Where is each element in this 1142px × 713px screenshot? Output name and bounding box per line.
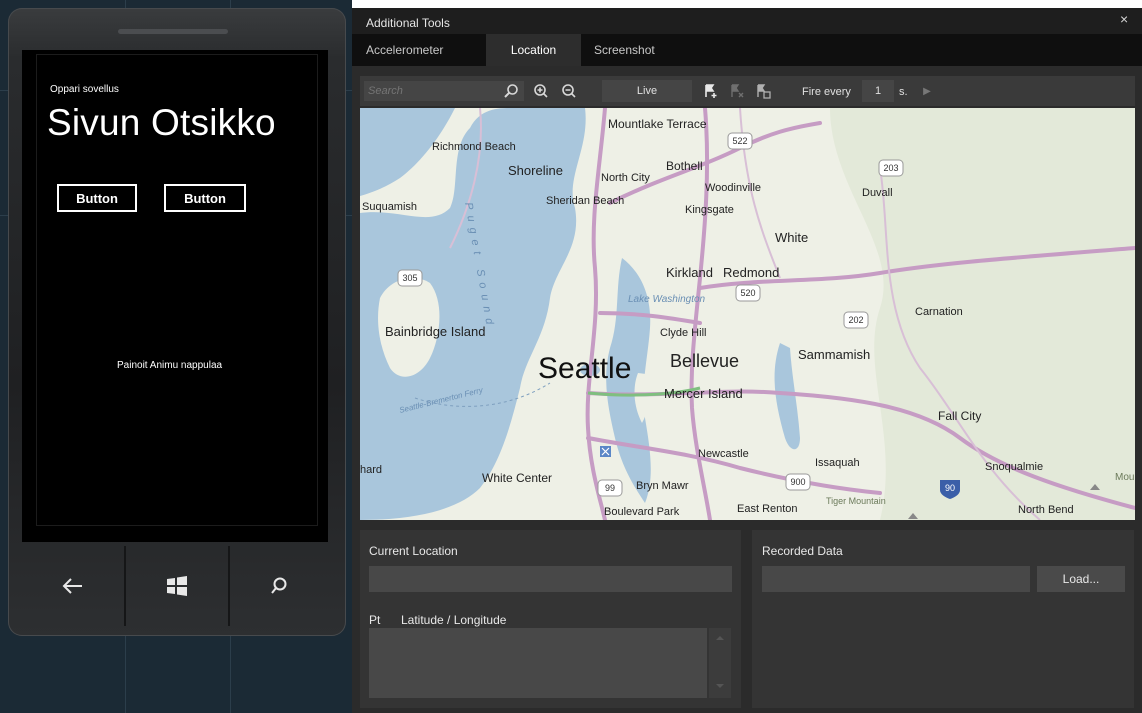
label-woodinville: Woodinville	[705, 182, 761, 194]
column-latlong: Latitude / Longitude	[401, 613, 507, 627]
shield-522: 522	[732, 136, 747, 146]
label-mou: Mou	[1115, 472, 1134, 483]
shield-202: 202	[848, 315, 863, 325]
shield-203: 203	[883, 163, 898, 173]
search-icon	[271, 577, 287, 594]
label-issaquah: Issaquah	[815, 457, 860, 469]
column-pt: Pt	[369, 613, 381, 627]
label-bainbridge: Bainbridge Island	[385, 324, 485, 339]
phone-button-2[interactable]: Button	[164, 184, 246, 212]
label-fall-city: Fall City	[938, 409, 981, 423]
fire-interval-label: Fire every	[802, 86, 851, 98]
label-duvall: Duvall	[862, 187, 893, 199]
recorded-data-field[interactable]	[762, 566, 1030, 592]
zoom-out-icon[interactable]	[558, 80, 580, 102]
page-title: Sivun Otsikko	[47, 102, 276, 143]
shield-900: 900	[790, 477, 805, 487]
app-title: Oppari sovellus	[50, 84, 119, 95]
windows-logo-icon	[167, 576, 187, 596]
back-icon	[62, 578, 82, 594]
scroll-down-icon[interactable]	[716, 684, 724, 688]
label-bothell: Bothell	[666, 159, 703, 173]
label-hard: hard	[360, 464, 382, 476]
label-bellevue: Bellevue	[670, 351, 739, 371]
label-north-city: North City	[601, 172, 650, 184]
label-redmond: Redmond	[723, 265, 779, 280]
label-clyde-hill: Clyde Hill	[660, 327, 706, 339]
current-location-field[interactable]	[369, 566, 732, 592]
label-kirkland: Kirkland	[666, 265, 713, 280]
label-east-renton: East Renton	[737, 503, 798, 515]
label-kingsgate: Kingsgate	[685, 204, 734, 216]
shield-305: 305	[402, 273, 417, 283]
label-suquamish: Suquamish	[362, 201, 417, 213]
search-icon[interactable]	[500, 80, 522, 102]
label-sheridan-beach: Sheridan Beach	[546, 195, 624, 207]
back-key[interactable]	[22, 546, 124, 626]
start-key[interactable]	[126, 546, 228, 626]
phone-button-1[interactable]: Button	[57, 184, 137, 212]
zoom-in-icon[interactable]	[530, 80, 552, 102]
tab-location[interactable]: Location	[486, 34, 581, 66]
label-newcastle: Newcastle	[698, 448, 749, 460]
label-tiger-mountain: Tiger Mountain	[826, 496, 886, 506]
title-bar	[352, 8, 1142, 34]
window-title: Additional Tools	[366, 16, 450, 30]
close-icon[interactable]: ×	[1120, 11, 1128, 27]
label-boulevard-park: Boulevard Park	[604, 506, 680, 518]
scroll-up-icon[interactable]	[716, 636, 724, 640]
mode-select[interactable]: Live	[602, 80, 692, 102]
load-button[interactable]: Load...	[1037, 566, 1125, 592]
label-mercer-island: Mercer Island	[664, 386, 743, 401]
hardware-keys	[22, 546, 328, 626]
label-north-bend: North Bend	[1018, 504, 1074, 516]
phone-speaker	[118, 29, 228, 34]
points-scrollbar[interactable]	[709, 628, 731, 698]
tab-accelerometer[interactable]: Accelerometer	[352, 34, 478, 66]
label-white: White	[775, 230, 808, 245]
points-list[interactable]	[369, 628, 707, 698]
recorded-data-title: Recorded Data	[762, 544, 843, 558]
clear-pins-icon[interactable]	[726, 80, 748, 102]
tab-screenshot[interactable]: Screenshot	[594, 34, 684, 66]
label-sammamish: Sammamish	[798, 347, 870, 362]
label-richmond-beach: Richmond Beach	[432, 141, 516, 153]
shield-90: 90	[945, 483, 955, 493]
label-bryn-mawr: Bryn Mawr	[636, 480, 689, 492]
fire-interval-input[interactable]: 1	[862, 80, 894, 102]
add-pin-icon[interactable]	[700, 80, 722, 102]
fire-interval-unit: s.	[899, 86, 908, 98]
label-seattle: Seattle	[538, 352, 631, 385]
label-mountlake: Mountlake Terrace	[608, 117, 707, 131]
label-carnation: Carnation	[915, 306, 963, 318]
shield-520: 520	[740, 288, 755, 298]
current-location-title: Current Location	[369, 544, 458, 558]
label-shoreline: Shoreline	[508, 163, 563, 178]
label-snoqualmie: Snoqualmie	[985, 461, 1043, 473]
label-lake-washington: Lake Washington	[628, 294, 706, 305]
play-icon[interactable]: ▶	[916, 80, 938, 102]
label-white-center: White Center	[482, 471, 552, 485]
shield-99: 99	[605, 483, 615, 493]
save-route-icon[interactable]	[752, 80, 774, 102]
status-text: Painoit Animu nappulaa	[117, 360, 223, 371]
map-view[interactable]: 522 203 305 520 202 900 99 90 Mountlake …	[360, 108, 1135, 520]
search-key[interactable]	[230, 546, 328, 626]
